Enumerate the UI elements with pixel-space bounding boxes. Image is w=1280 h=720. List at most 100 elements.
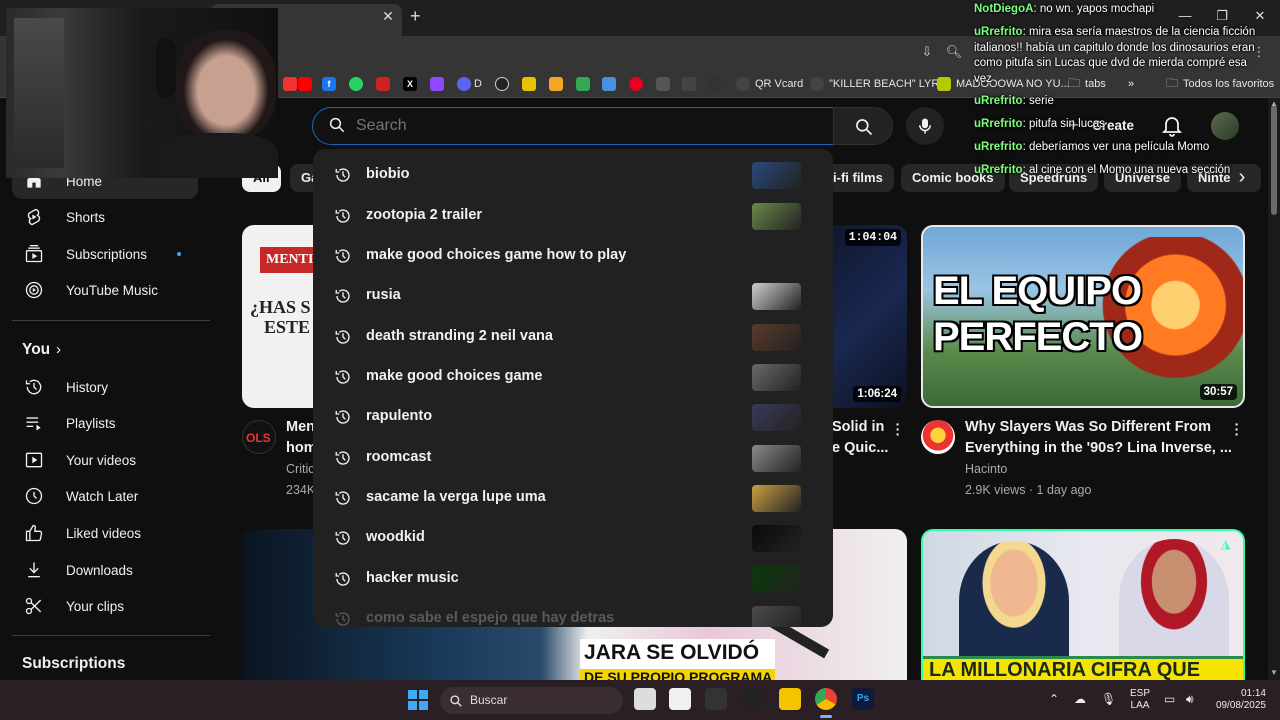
microphone-tray-icon[interactable]: 🎙︎ <box>1101 693 1116 705</box>
webcam-person-head <box>176 30 276 140</box>
video-title[interactable]: Solid in e Quic... <box>832 417 888 459</box>
subscriptions-icon <box>25 245 43 263</box>
search-suggestion-thumbnail <box>752 364 801 391</box>
channel-name[interactable]: Hacinto <box>965 462 1007 476</box>
scrollbar-thumb[interactable] <box>1271 105 1277 215</box>
video-thumbnail[interactable]: EL EQUIPO PERFECTO 30:57 <box>921 225 1245 408</box>
search-suggestion-item[interactable]: sacame la verga lupe uma <box>313 478 833 518</box>
bookmark-favicon[interactable] <box>656 77 670 91</box>
bookmark-favicon[interactable] <box>576 77 590 91</box>
scroll-up-arrow-icon[interactable]: ▲ <box>1270 99 1278 108</box>
search-suggestion-item[interactable]: como sabe el espejo que hay detras <box>313 599 833 627</box>
install-icon[interactable]: ⇩ <box>918 44 936 62</box>
bookmark-favicon[interactable] <box>376 77 390 91</box>
watch-later-icon <box>25 487 43 505</box>
obs-app-icon[interactable] <box>742 688 764 710</box>
clock[interactable]: 01:14 09/08/2025 <box>1210 688 1266 712</box>
video-thumbnail[interactable]: LA MILLONARIA CIFRA QUE ◮ <box>921 529 1245 680</box>
sidebar-item-label: Playlists <box>66 415 116 431</box>
chat-message: uRrefrito: deberíamos ver una película M… <box>974 140 1264 156</box>
app-icon[interactable] <box>705 688 727 710</box>
search-suggestion-item[interactable]: roomcast <box>313 438 833 478</box>
new-tab-icon[interactable]: + <box>410 6 428 26</box>
tab-close-icon[interactable]: ✕ <box>380 8 396 24</box>
channel-name[interactable]: Critic <box>286 462 314 476</box>
bookmark-favicon[interactable] <box>708 77 722 91</box>
search-suggestion-item[interactable]: death stranding 2 neil vana <box>313 317 833 357</box>
network-icon[interactable]: ▭ <box>1164 693 1175 705</box>
sidebar-item-playlists[interactable]: Playlists <box>12 405 198 441</box>
youtube-favicon[interactable] <box>298 77 312 91</box>
file-app-icon[interactable] <box>634 688 656 710</box>
thumb-timer: 1:04:04 <box>844 229 901 246</box>
bookmark-qr-vcard[interactable]: QR Vcard <box>736 76 803 92</box>
tray-chevron-icon[interactable]: ⌃ <box>1049 693 1059 705</box>
bookmark-favicon[interactable] <box>549 77 563 91</box>
taskbar-search-label: Buscar <box>470 693 508 707</box>
facebook-favicon[interactable]: f <box>322 77 336 91</box>
channel-avatar[interactable]: OLS <box>242 420 276 454</box>
search-suggestion-thumbnail <box>752 404 801 431</box>
file-explorer-icon[interactable] <box>779 688 801 710</box>
x-favicon[interactable]: X <box>403 77 417 91</box>
thumb-headline: LA MILLONARIA CIFRA QUE <box>929 659 1201 680</box>
search-button[interactable] <box>833 107 893 145</box>
capcut-app-icon[interactable] <box>669 688 691 710</box>
pinterest-favicon[interactable] <box>629 77 643 91</box>
lang-code: ESP <box>1129 688 1150 699</box>
zoom-icon[interactable]: 🔍︎ <box>945 44 963 62</box>
sidebar-item-your-clips[interactable]: Your clips <box>12 588 198 624</box>
chrome-icon[interactable] <box>815 688 837 710</box>
search-suggestion-item[interactable]: rusia <box>313 276 833 316</box>
video-menu-icon[interactable]: · · · <box>1234 417 1240 441</box>
bookmark-favicon[interactable] <box>602 77 616 91</box>
bookmark-d[interactable]: D <box>474 76 482 92</box>
volume-icon[interactable]: 🔊︎ <box>1186 693 1194 705</box>
video-thumbnail[interactable]: MENTI ¿HAS S ESTE <box>242 225 322 408</box>
sidebar-item-history[interactable]: History <box>12 369 198 405</box>
bookmark-favicon[interactable] <box>682 77 696 91</box>
scroll-down-arrow-icon[interactable]: ▼ <box>1270 668 1278 677</box>
sidebar-item-liked-videos[interactable]: Liked videos <box>12 515 198 551</box>
discord-favicon[interactable] <box>457 77 471 91</box>
channel-avatar[interactable] <box>921 420 955 454</box>
search-suggestion-thumbnail <box>752 566 801 593</box>
sidebar-item-downloads[interactable]: Downloads <box>12 552 198 588</box>
voice-search-button[interactable] <box>906 107 944 145</box>
photoshop-icon[interactable]: Ps <box>852 688 874 710</box>
search-input[interactable] <box>356 114 816 138</box>
whatsapp-favicon[interactable] <box>349 77 363 91</box>
sidebar-item-watch-later[interactable]: Watch Later <box>12 478 198 514</box>
search-suggestion-item[interactable]: zootopia 2 trailer <box>313 196 833 236</box>
chat-username: uRrefrito <box>974 141 1023 153</box>
search-suggestion-item[interactable]: make good choices game how to play <box>313 236 833 276</box>
search-suggestion-item[interactable]: woodkid <box>313 518 833 558</box>
bookmark-favicon[interactable] <box>495 77 509 91</box>
subscriptions-heading[interactable]: Subscriptions <box>22 655 125 673</box>
search-suggestion-item[interactable]: make good choices game <box>313 357 833 397</box>
video-menu-icon[interactable]: · · · <box>895 417 901 441</box>
sidebar-item-shorts[interactable]: Shorts <box>12 199 198 235</box>
onedrive-icon[interactable]: ☁ <box>1074 693 1086 705</box>
search-suggestion-text: biobio <box>366 166 410 182</box>
taskbar-search[interactable] <box>440 687 623 714</box>
windows-start-icon[interactable] <box>408 690 428 710</box>
twitch-favicon[interactable] <box>430 77 444 91</box>
sidebar-item-youtube-music[interactable]: YouTube Music <box>12 272 198 308</box>
search-suggestion-item[interactable]: hacker music <box>313 559 833 599</box>
search-suggestion-item[interactable]: biobio <box>313 155 833 195</box>
video-title[interactable]: Why Slayers Was So Different From Everyth… <box>965 417 1232 459</box>
shorts-icon <box>27 208 41 226</box>
history-icon <box>335 410 350 424</box>
bookmark-favicon[interactable] <box>522 77 536 91</box>
video-thumbnail[interactable]: 1:04:04 1:06:24 <box>833 225 907 408</box>
you-section-header[interactable]: You › <box>22 341 82 361</box>
sidebar-divider <box>12 320 210 321</box>
bookmark-favicon[interactable] <box>283 77 297 91</box>
search-suggestion-item[interactable]: rapulento <box>313 397 833 437</box>
sidebar-item-subscriptions[interactable]: Subscriptions <box>12 236 198 272</box>
search-suggestion-text: rapulento <box>366 408 433 424</box>
bookmark-killer-beach[interactable]: "KILLER BEACH" LYR... <box>810 76 948 92</box>
sidebar-item-your-videos[interactable]: Your videos <box>12 442 198 478</box>
language-indicator[interactable]: ESP LAA <box>1128 688 1152 712</box>
